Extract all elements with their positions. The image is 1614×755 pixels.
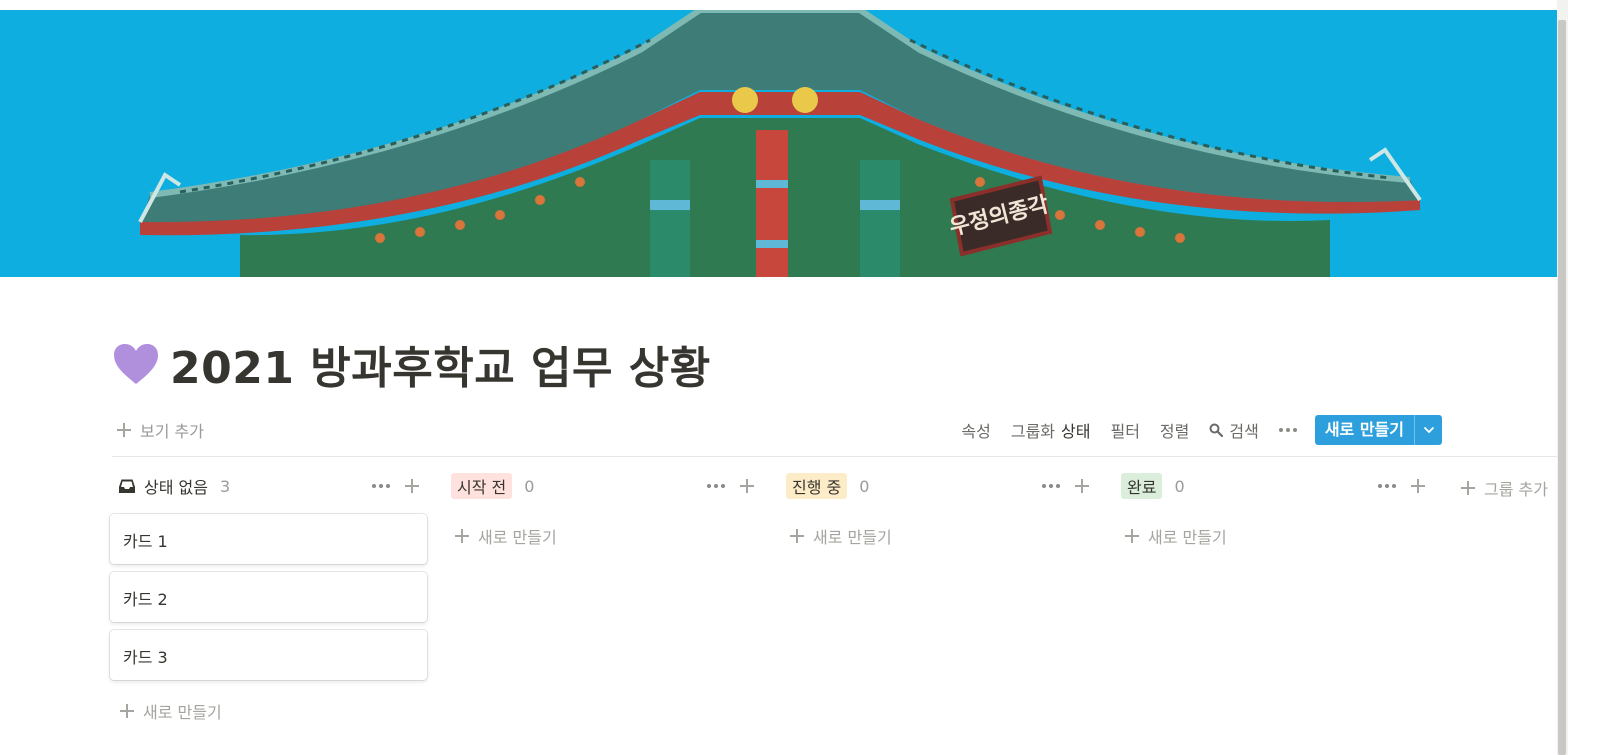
toolbar-divider: [112, 456, 1557, 457]
column-count: 3: [219, 476, 231, 496]
board-card[interactable]: 카드 3: [110, 630, 427, 680]
column-actions-no-status: [372, 478, 428, 494]
column-header-no-status[interactable]: 상태 없음 3: [118, 473, 230, 499]
new-card-label: 새로 만들기: [813, 528, 892, 547]
plus-icon: [1124, 528, 1140, 544]
purple-heart-icon[interactable]: [112, 342, 160, 386]
database-toolbar: 보기 추가 속성 그룹화 상태 필터 정렬 검색 새로 만들기: [112, 414, 1442, 446]
more-options-icon[interactable]: [1042, 484, 1060, 488]
card-title: 카드 3: [123, 648, 168, 667]
plus-icon[interactable]: [1410, 478, 1426, 494]
column-header-not-started[interactable]: 시작 전 0: [451, 473, 534, 499]
column-label: 진행 중: [786, 473, 848, 499]
card-title: 카드 2: [123, 590, 168, 609]
chevron-down-icon: [1423, 427, 1434, 434]
more-options-icon[interactable]: [1378, 484, 1396, 488]
inbox-icon: [119, 479, 135, 493]
toolbar-actions: 속성 그룹화 상태 필터 정렬 검색 새로 만들기: [961, 414, 1442, 446]
cover-image[interactable]: 우정의종각: [0, 10, 1557, 277]
plus-icon: [789, 528, 805, 544]
card-title: 카드 1: [123, 532, 168, 551]
column-header-in-progress[interactable]: 진행 중 0: [786, 473, 869, 499]
sort-label: 정렬: [1159, 422, 1190, 441]
plus-icon[interactable]: [1074, 478, 1090, 494]
column-count: 0: [1174, 476, 1185, 496]
page-header: 2021 방과후학교 업무 상황: [112, 334, 711, 394]
search-button[interactable]: 검색: [1209, 418, 1259, 442]
new-card-button-no-status[interactable]: 새로 만들기: [119, 699, 222, 723]
more-options-icon[interactable]: [1278, 428, 1297, 432]
new-card-button-not-started[interactable]: 새로 만들기: [454, 524, 557, 548]
column-header-done[interactable]: 완료 0: [1121, 473, 1185, 499]
new-button-group: 새로 만들기: [1314, 415, 1442, 445]
board-card[interactable]: 카드 1: [110, 514, 427, 564]
top-strip: [0, 0, 1614, 10]
board-card[interactable]: 카드 2: [110, 572, 427, 622]
more-options-icon[interactable]: [707, 484, 725, 488]
new-card-button-done[interactable]: 새로 만들기: [1124, 524, 1227, 548]
group-by-button[interactable]: 그룹화 상태: [1011, 418, 1091, 442]
more-options-icon[interactable]: [372, 484, 390, 488]
new-card-label: 새로 만들기: [1148, 528, 1227, 547]
properties-button[interactable]: 속성: [961, 418, 990, 442]
search-icon: [1209, 423, 1224, 437]
pavilion-illustration: 우정의종각: [0, 10, 1557, 277]
scrollbar-thumb[interactable]: [1558, 20, 1566, 755]
column-actions-in-progress: [1042, 478, 1098, 494]
add-view-label: 보기 추가: [140, 422, 204, 441]
group-by-label: 그룹화: [1010, 422, 1056, 441]
column-label: 상태 없음: [144, 478, 208, 497]
filter-label: 필터: [1110, 422, 1140, 441]
new-card-button-in-progress[interactable]: 새로 만들기: [789, 524, 892, 548]
column-label: 시작 전: [451, 473, 513, 499]
properties-label: 속성: [961, 422, 991, 441]
plus-icon: [119, 703, 135, 719]
plus-icon: [1460, 480, 1476, 496]
column-actions-done: [1378, 478, 1434, 494]
new-button[interactable]: 새로 만들기: [1315, 415, 1414, 445]
plus-icon[interactable]: [404, 478, 420, 494]
new-template-dropdown[interactable]: [1414, 415, 1442, 445]
new-card-label: 새로 만들기: [478, 528, 557, 547]
page-title[interactable]: 2021 방과후학교 업무 상황: [170, 332, 711, 396]
add-group-label: 그룹 추가: [1484, 480, 1548, 499]
sort-button[interactable]: 정렬: [1160, 418, 1189, 442]
search-label: 검색: [1229, 422, 1259, 441]
add-view-button[interactable]: 보기 추가: [116, 418, 204, 442]
add-group-button[interactable]: 그룹 추가: [1460, 476, 1548, 500]
right-gutter: [1568, 0, 1614, 755]
new-card-label: 새로 만들기: [143, 703, 222, 722]
plus-icon: [454, 528, 470, 544]
column-label: 완료: [1121, 473, 1163, 499]
plus-icon[interactable]: [739, 478, 755, 494]
column-actions-not-started: [707, 478, 763, 494]
plus-icon: [116, 422, 132, 438]
group-by-value: 상태: [1061, 422, 1091, 441]
filter-button[interactable]: 필터: [1110, 418, 1139, 442]
column-count: 0: [859, 476, 870, 496]
column-count: 0: [524, 476, 535, 496]
